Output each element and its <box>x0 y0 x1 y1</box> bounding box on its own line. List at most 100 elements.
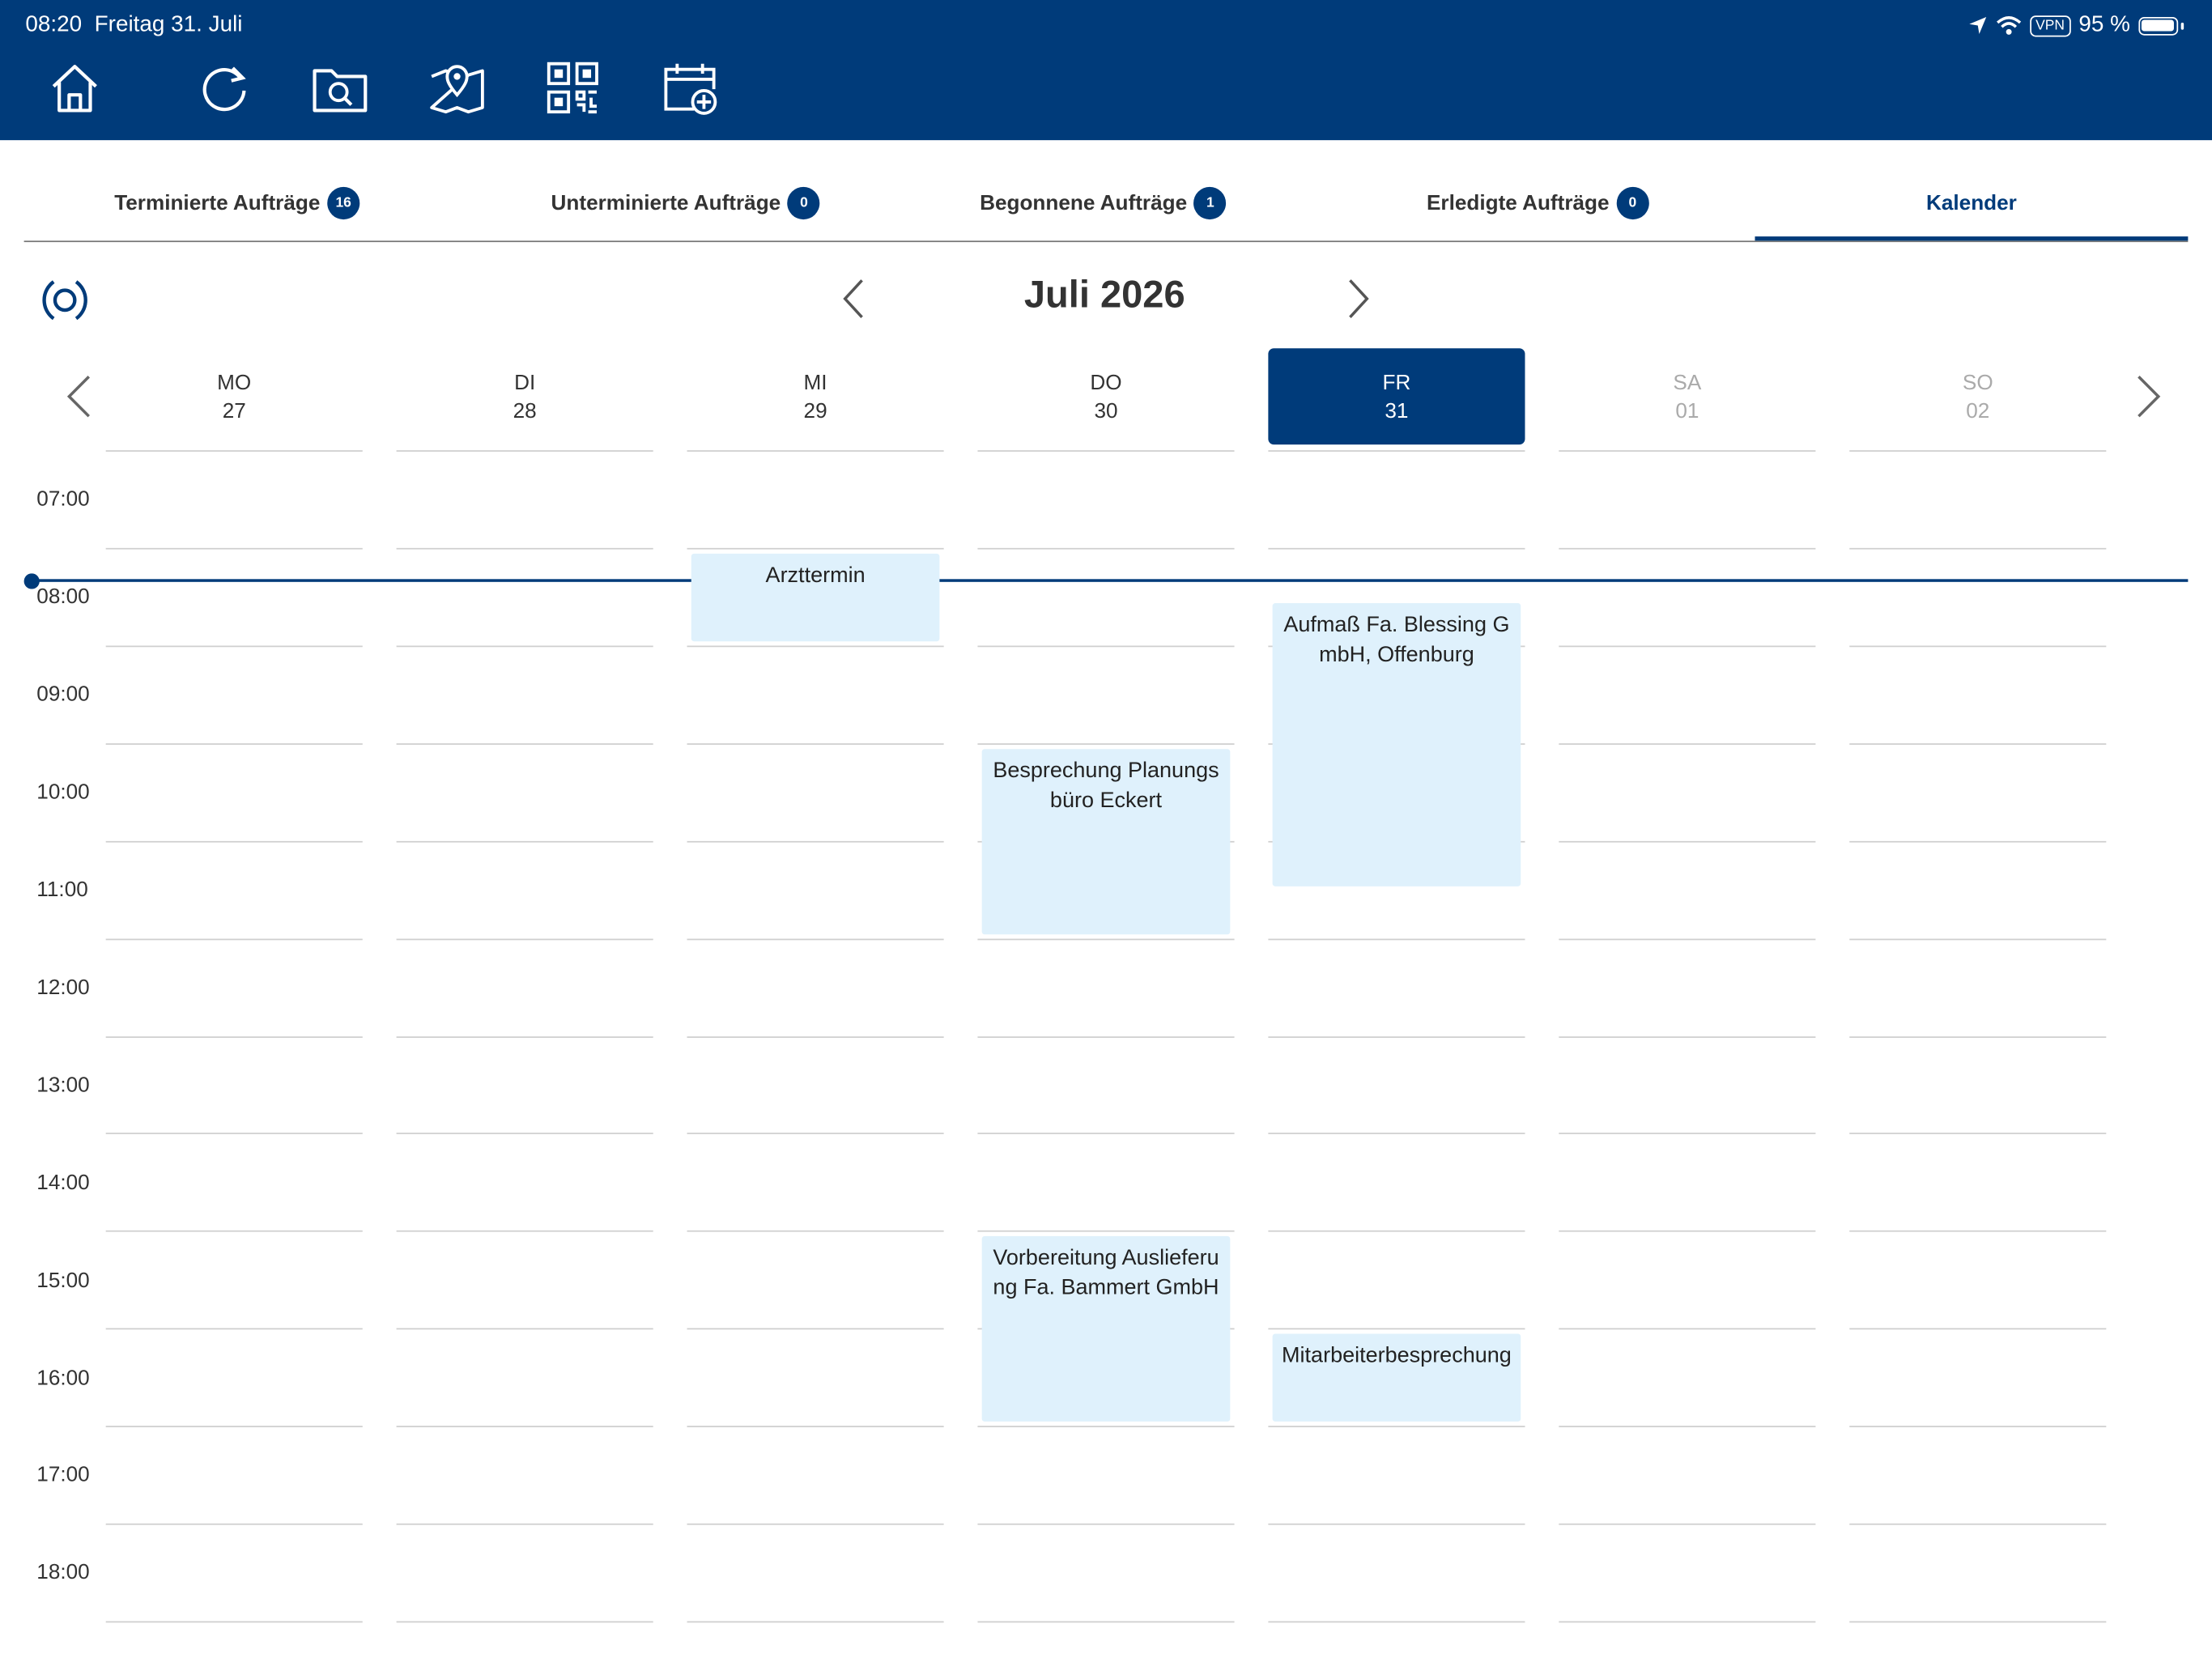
home-button[interactable] <box>44 57 106 119</box>
event-mitarbeiterbesprechung[interactable]: Mitarbeiterbesprechung <box>1272 1333 1521 1422</box>
grid-line <box>1268 1328 1525 1330</box>
grid-line <box>687 1036 944 1038</box>
grid-line <box>105 450 363 452</box>
next-week-button[interactable] <box>2127 372 2169 420</box>
battery-cap <box>2180 22 2184 29</box>
tab-erledigte-auftraege[interactable]: Erledigte Aufträge 0 <box>1322 163 1754 242</box>
current-time-dot <box>23 573 40 589</box>
day-header-mi[interactable]: MI 29 <box>687 348 944 444</box>
vpn-badge: VPN <box>2030 15 2070 36</box>
hour-label: 16:00 <box>36 1366 90 1391</box>
day-date: 30 <box>1094 399 1118 423</box>
chevron-left-icon <box>843 279 863 318</box>
grid-line <box>1559 547 1816 550</box>
grid-line <box>105 1328 363 1330</box>
grid-line <box>1849 840 2107 843</box>
status-bar-left: 08:20 Freitag 31. Juli <box>25 13 242 38</box>
grid-line <box>687 1621 944 1623</box>
grid-line <box>1268 1133 1525 1134</box>
active-tab-indicator <box>1755 236 2189 241</box>
grid-line <box>977 1426 1235 1427</box>
grid-line <box>977 743 1235 745</box>
previous-week-button[interactable] <box>57 372 100 420</box>
next-month-button[interactable] <box>1338 276 1380 321</box>
grid-line <box>687 450 944 452</box>
day-header-so[interactable]: SO 02 <box>1849 348 2106 444</box>
grid-line <box>1559 938 1816 941</box>
day-name: MO <box>217 371 252 395</box>
grid-line <box>977 450 1235 452</box>
grid-line <box>105 1426 363 1427</box>
add-appointment-button[interactable] <box>659 57 721 119</box>
target-icon <box>42 280 87 321</box>
grid-line <box>1849 547 2107 550</box>
grid-line <box>1559 1621 1816 1623</box>
grid-line <box>396 645 653 648</box>
hour-label: 09:00 <box>36 682 90 707</box>
grid-line <box>1849 1036 2107 1038</box>
map-button[interactable] <box>426 57 488 119</box>
grid-line <box>396 1621 653 1623</box>
grid-line <box>977 1523 1235 1525</box>
day-header-do[interactable]: DO 30 <box>977 348 1234 444</box>
grid-line <box>1268 450 1525 452</box>
grid-line <box>105 743 363 745</box>
map-pin-icon <box>430 65 484 114</box>
day-header-mo[interactable]: MO 27 <box>106 348 363 444</box>
grid-line <box>1268 1523 1525 1525</box>
refresh-button[interactable] <box>194 57 256 119</box>
folder-search-icon <box>313 69 368 113</box>
app-header: 08:20 Freitag 31. Juli VPN 95 % <box>0 0 2212 141</box>
status-time: 08:20 <box>25 12 83 37</box>
event-arzttermin[interactable]: Arzttermin <box>691 553 940 642</box>
day-name: FR <box>1382 371 1411 395</box>
event-title: Mitarbeiterbesprechung <box>1282 1343 1512 1368</box>
previous-month-button[interactable] <box>832 276 874 321</box>
event-vorbereitung-auslieferung[interactable]: Vorbereitung Auslieferung Fa. Bammert Gm… <box>981 1235 1231 1422</box>
event-aufmass-blessing[interactable]: Aufmaß Fa. Blessing GmbH, Offenburg <box>1272 603 1521 886</box>
event-besprechung-planungsbuero[interactable]: Besprechung Planungsbüro Eckert <box>981 749 1231 935</box>
tab-begonnene-auftraege[interactable]: Begonnene Aufträge 1 <box>890 163 1316 242</box>
grid-line <box>977 645 1235 648</box>
tab-unterminierte-auftraege[interactable]: Unterminierte Aufträge 0 <box>470 163 901 242</box>
home-icon <box>52 65 97 113</box>
tab-terminierte-auftraege[interactable]: Terminierte Aufträge 16 <box>24 163 450 242</box>
grid-line <box>977 547 1235 550</box>
grid-line <box>1268 1230 1525 1232</box>
day-date: 29 <box>803 399 827 423</box>
day-date: 01 <box>1675 399 1699 423</box>
grid-line <box>1559 840 1816 843</box>
grid-line <box>396 1133 653 1134</box>
grid-line <box>105 1230 363 1232</box>
day-header-sa[interactable]: SA 01 <box>1559 348 1815 444</box>
location-arrow-icon <box>1969 16 1987 34</box>
grid-line <box>1559 743 1816 745</box>
day-date: 28 <box>513 399 537 423</box>
grid-line <box>687 840 944 843</box>
grid-line <box>396 938 653 941</box>
hour-label: 14:00 <box>36 1171 90 1196</box>
grid-line <box>105 645 363 648</box>
day-name: SO <box>1962 371 1993 395</box>
app-screen: 08:20 Freitag 31. Juli VPN 95 % Terminie… <box>0 0 2212 1658</box>
tab-kalender[interactable]: Kalender <box>1755 163 2188 242</box>
grid-line <box>105 547 363 550</box>
day-header-di[interactable]: DI 28 <box>397 348 653 444</box>
hour-label: 18:00 <box>36 1560 90 1585</box>
grid-line <box>687 743 944 745</box>
day-date: 02 <box>1966 399 1990 423</box>
hour-label: 10:00 <box>36 780 90 805</box>
chevron-right-icon <box>2138 375 2161 418</box>
day-header-fr[interactable]: FR 31 <box>1268 348 1525 445</box>
status-bar-right: VPN 95 % <box>1968 13 2184 38</box>
grid-line <box>687 1230 944 1232</box>
tab-count-badge: 16 <box>327 185 360 219</box>
grid-line <box>687 1328 944 1330</box>
search-folder-button[interactable] <box>309 57 372 119</box>
qr-scan-button[interactable] <box>542 57 604 119</box>
grid-line <box>1849 743 2107 745</box>
tab-label: Kalender <box>1925 190 2017 215</box>
grid-line <box>396 743 653 745</box>
today-button[interactable] <box>36 272 93 329</box>
grid-line <box>1849 1621 2107 1623</box>
